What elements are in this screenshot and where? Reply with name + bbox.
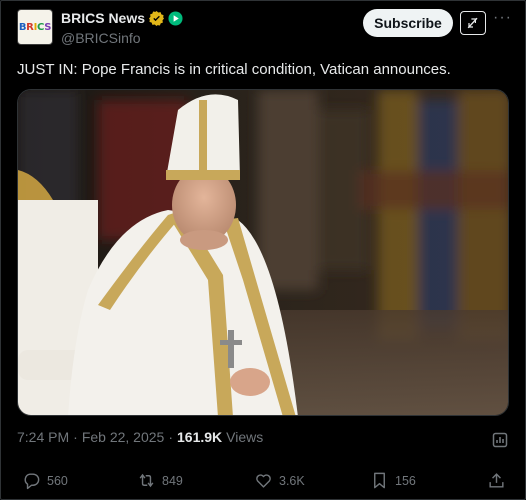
meta-separator: ·: [73, 429, 78, 445]
affiliate-badge-icon[interactable]: [168, 10, 183, 26]
repost-button[interactable]: 849: [137, 471, 183, 490]
views-count: 161.9K: [177, 429, 223, 445]
like-count: 3.6K: [279, 473, 305, 488]
grok-icon[interactable]: [460, 11, 486, 35]
avatar[interactable]: BRICS: [17, 9, 53, 45]
views-label: Views: [226, 429, 264, 445]
bookmark-icon: [374, 472, 385, 489]
pope-photo-image: [18, 90, 508, 415]
post-date[interactable]: Feb 22, 2025: [82, 429, 165, 445]
bookmark-count: 156: [395, 473, 416, 488]
subscribe-button[interactable]: Subscribe: [363, 9, 453, 37]
bookmark-button[interactable]: 156: [370, 471, 416, 490]
handle[interactable]: @BRICSinfo: [61, 30, 183, 46]
display-name[interactable]: BRICS News: [61, 10, 145, 26]
share-button[interactable]: [487, 471, 506, 490]
avatar-logo-text: BRICS: [18, 21, 52, 33]
reply-button[interactable]: 560: [22, 471, 68, 490]
share-icon: [489, 473, 504, 488]
more-horizontal-icon[interactable]: ···: [493, 10, 511, 31]
heart-icon: [256, 474, 271, 488]
reply-icon: [24, 473, 40, 490]
verified-badge-icon[interactable]: [149, 10, 165, 26]
tweet-photo[interactable]: [17, 89, 509, 416]
post-time[interactable]: 7:24 PM: [17, 429, 69, 445]
like-button[interactable]: 3.6K: [254, 471, 305, 490]
tweet-text: JUST IN: Pope Francis is in critical con…: [17, 61, 451, 78]
action-bar: 560 849 3.6K 156: [1, 471, 526, 495]
analytics-icon[interactable]: [491, 431, 509, 449]
meta-separator: ·: [168, 429, 173, 445]
tweet-meta: 7:24 PM · Feb 22, 2025 · 161.9K Views: [17, 429, 263, 445]
tweet-card: BRICS BRICS News @BRICSinfo Subscribe ··…: [0, 0, 526, 500]
reply-count: 560: [47, 473, 68, 488]
repost-count: 849: [162, 473, 183, 488]
repost-icon: [139, 473, 154, 488]
author-block: BRICS News @BRICSinfo: [61, 9, 183, 46]
